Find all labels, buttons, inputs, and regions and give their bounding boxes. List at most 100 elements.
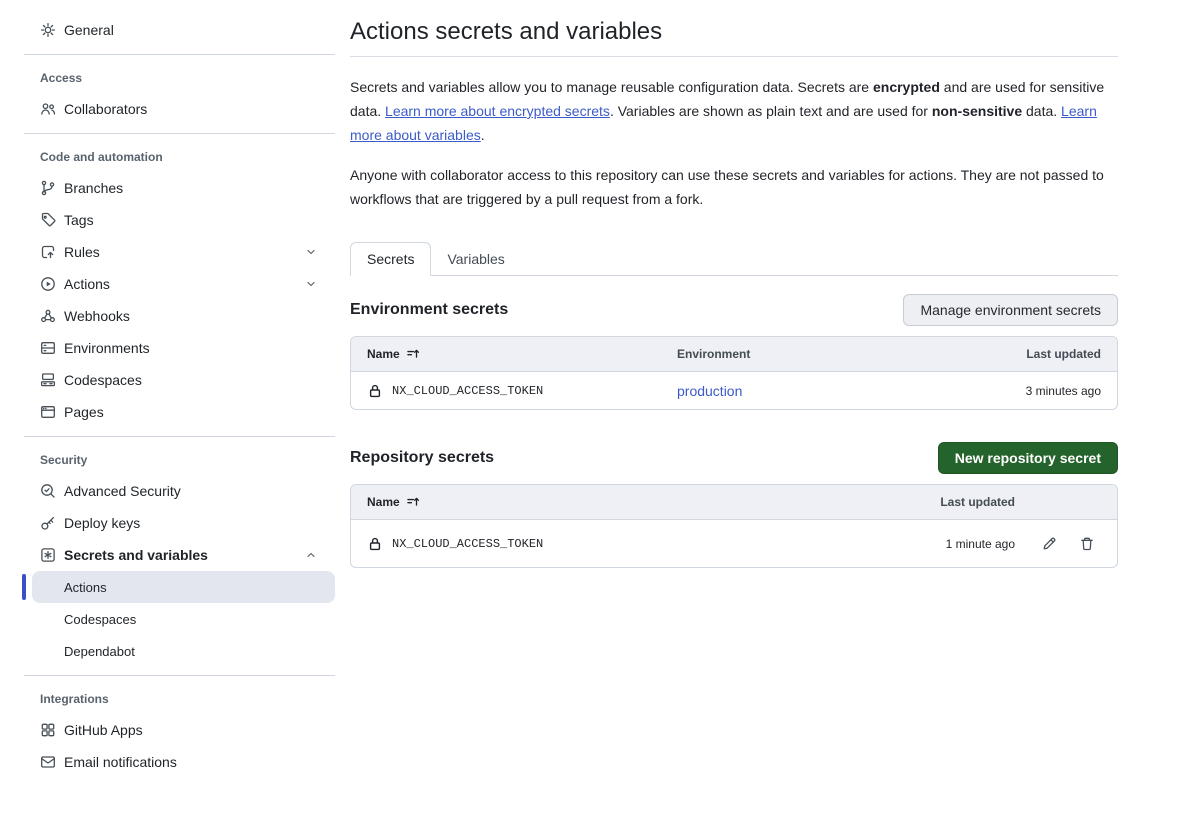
sidebar-item-label: Rules: [64, 244, 100, 260]
table-row: NX_CLOUD_ACCESS_TOKEN production 3 minut…: [351, 371, 1117, 409]
edit-secret-button[interactable]: [1035, 530, 1063, 558]
lock-icon: [367, 383, 383, 399]
sidebar-item-label: Email notifications: [64, 754, 177, 770]
play-icon: [40, 276, 56, 292]
last-updated-value: 3 minutes ago: [1026, 384, 1101, 398]
sidebar-item-rules[interactable]: Rules: [24, 236, 335, 268]
sidebar-item-pages[interactable]: Pages: [24, 396, 335, 428]
sidebar-item-label: Webhooks: [64, 308, 130, 324]
sidebar-item-label: Tags: [64, 212, 94, 228]
sidebar-section-security: Security: [24, 445, 335, 475]
browser-icon: [40, 404, 56, 420]
key-icon: [40, 515, 56, 531]
sidebar-section-access: Access: [24, 63, 335, 93]
sidebar-item-email-notifications[interactable]: Email notifications: [24, 746, 335, 778]
mail-icon: [40, 754, 56, 770]
environment-secrets-table-header: Name Environment Last updated: [351, 337, 1117, 371]
sidebar-item-github-apps[interactable]: GitHub Apps: [24, 714, 335, 746]
column-label: Name: [367, 495, 400, 509]
sidebar-subitem-codespaces[interactable]: Codespaces: [24, 603, 335, 635]
column-header-name: Name: [367, 495, 940, 509]
sidebar-item-tags[interactable]: Tags: [24, 204, 335, 236]
tab-variables[interactable]: Variables: [431, 243, 520, 275]
title-divider: [350, 56, 1118, 57]
repository-secrets-header: Repository secrets New repository secret: [350, 442, 1118, 474]
intro-bold-encrypted: encrypted: [873, 79, 940, 95]
chevron-up-icon: [305, 549, 317, 561]
sidebar-item-label: GitHub Apps: [64, 722, 143, 738]
sidebar-item-deploy-keys[interactable]: Deploy keys: [24, 507, 335, 539]
sidebar-subitem-actions[interactable]: Actions: [32, 571, 335, 603]
sidebar-section-integrations: Integrations: [24, 684, 335, 714]
settings-nav: General Access Collaborators Code and au…: [0, 14, 335, 778]
collaborator-access-paragraph: Anyone with collaborator access to this …: [350, 163, 1118, 211]
webhook-icon: [40, 308, 56, 324]
sidebar-divider: [24, 436, 335, 437]
delete-secret-button[interactable]: [1073, 530, 1101, 558]
environment-link-production[interactable]: production: [677, 383, 1026, 399]
secrets-variables-tabs: Secrets Variables: [350, 242, 1118, 276]
column-header-last-updated: Last updated: [940, 495, 1015, 509]
tag-icon: [40, 212, 56, 228]
repository-secrets-title: Repository secrets: [350, 449, 494, 467]
secret-name-cell: NX_CLOUD_ACCESS_TOKEN: [367, 536, 946, 552]
sidebar-divider: [24, 133, 335, 134]
sidebar-item-general[interactable]: General: [24, 14, 335, 46]
learn-more-encrypted-secrets-link[interactable]: Learn more about encrypted secrets: [385, 103, 610, 119]
sort-ascending-icon[interactable]: [406, 347, 420, 361]
environment-secrets-title: Environment secrets: [350, 301, 508, 319]
environment-secrets-table: Name Environment Last updated NX_CLOUD_A…: [350, 336, 1118, 410]
intro-text: . Variables are shown as plain text and …: [610, 103, 932, 119]
git-branch-icon: [40, 180, 56, 196]
repository-secrets-table: Name Last updated NX_CLOUD_ACCESS_TOKEN …: [350, 484, 1118, 568]
column-header-environment: Environment: [677, 347, 1026, 361]
main-content: Actions secrets and variables Secrets an…: [350, 0, 1118, 837]
new-repository-secret-button[interactable]: New repository secret: [938, 442, 1118, 474]
environment-secrets-header: Environment secrets Manage environment s…: [350, 294, 1118, 326]
sidebar-item-codespaces[interactable]: Codespaces: [24, 364, 335, 396]
sidebar-item-actions[interactable]: Actions: [24, 268, 335, 300]
sidebar-item-label: Codespaces: [64, 612, 136, 627]
intro-paragraph: Secrets and variables allow you to manag…: [350, 75, 1118, 147]
sidebar-item-label: Environments: [64, 340, 150, 356]
gear-icon: [40, 22, 56, 38]
column-header-name: Name: [367, 347, 677, 361]
settings-sidebar: General Access Collaborators Code and au…: [0, 0, 335, 837]
row-actions: [1035, 530, 1101, 558]
sort-ascending-icon[interactable]: [406, 495, 420, 509]
sidebar-item-label: Dependabot: [64, 644, 135, 659]
sidebar-item-branches[interactable]: Branches: [24, 172, 335, 204]
sidebar-divider: [24, 54, 335, 55]
sidebar-item-label: Collaborators: [64, 101, 147, 117]
chevron-down-icon: [305, 246, 317, 258]
codescan-icon: [40, 483, 56, 499]
sidebar-item-label: Branches: [64, 180, 123, 196]
repository-secrets-table-header: Name Last updated: [351, 485, 1117, 519]
manage-environment-secrets-button[interactable]: Manage environment secrets: [903, 294, 1118, 326]
sidebar-divider: [24, 675, 335, 676]
sidebar-item-label: Actions: [64, 276, 110, 292]
intro-text: .: [481, 127, 485, 143]
apps-icon: [40, 722, 56, 738]
tab-secrets[interactable]: Secrets: [350, 242, 431, 276]
sidebar-item-secrets-and-variables[interactable]: Secrets and variables: [24, 539, 335, 571]
sidebar-item-advanced-security[interactable]: Advanced Security: [24, 475, 335, 507]
sidebar-item-label: General: [64, 22, 114, 38]
column-header-last-updated: Last updated: [1026, 347, 1101, 361]
secret-icon: [40, 547, 56, 563]
sidebar-item-environments[interactable]: Environments: [24, 332, 335, 364]
secret-name-cell: NX_CLOUD_ACCESS_TOKEN: [367, 383, 677, 399]
sidebar-item-label: Secrets and variables: [64, 547, 208, 563]
sidebar-item-label: Actions: [64, 580, 107, 595]
sidebar-item-label: Pages: [64, 404, 104, 420]
sidebar-item-label: Codespaces: [64, 372, 142, 388]
sidebar-item-webhooks[interactable]: Webhooks: [24, 300, 335, 332]
sidebar-subitem-dependabot[interactable]: Dependabot: [24, 635, 335, 667]
secret-name: NX_CLOUD_ACCESS_TOKEN: [392, 537, 543, 551]
column-label: Name: [367, 347, 400, 361]
codespaces-icon: [40, 372, 56, 388]
sidebar-item-collaborators[interactable]: Collaborators: [24, 93, 335, 125]
rules-icon: [40, 244, 56, 260]
table-row: NX_CLOUD_ACCESS_TOKEN 1 minute ago: [351, 519, 1117, 567]
secret-name: NX_CLOUD_ACCESS_TOKEN: [392, 384, 543, 398]
